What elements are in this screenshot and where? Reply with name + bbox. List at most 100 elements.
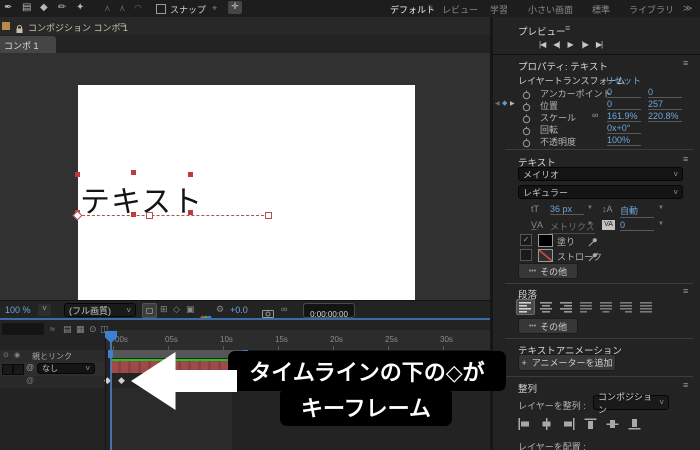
selection-handle[interactable] (131, 170, 136, 175)
font-family-dropdown[interactable]: メイリオ ˅ (518, 167, 683, 181)
opacity-value[interactable]: 100% (607, 135, 641, 146)
work-area-bar[interactable] (108, 350, 248, 358)
next-frame-button[interactable]: |▶ (582, 40, 589, 49)
leading-value[interactable]: 自動 (620, 204, 654, 218)
text-section-menu-icon[interactable]: ≡ (683, 154, 688, 164)
comp-canvas[interactable]: テキスト (72, 85, 415, 314)
align-right-button[interactable] (558, 300, 575, 314)
position-x[interactable]: 0 (607, 99, 641, 110)
frame-blend-icon[interactable]: ▤ (63, 324, 72, 335)
workspace-overflow-icon[interactable]: ≫ (683, 3, 692, 14)
align-layer-left-button[interactable] (518, 417, 531, 435)
resolution-dropdown[interactable]: (フル画質) ˅ (64, 303, 136, 317)
font-style-dropdown[interactable]: レギュラー ˅ (518, 185, 683, 199)
workspace-tab-standard[interactable]: 標準 (592, 3, 610, 16)
last-frame-button[interactable]: ▶| (596, 40, 603, 49)
graph-editor-icon[interactable]: ▦ (76, 324, 85, 335)
align-menu-icon[interactable]: ≡ (683, 380, 688, 390)
font-size-arrow-icon[interactable]: ▼ (587, 205, 593, 211)
align-layer-bottom-button[interactable] (628, 417, 641, 435)
parent-pickwhip-icon[interactable]: @ (26, 363, 34, 372)
paragraph-more-button[interactable]: ••• その他 (518, 318, 578, 334)
first-frame-button[interactable]: |◀ (539, 40, 546, 49)
anchor-point-y[interactable]: 0 (648, 87, 682, 98)
prev-frame-button[interactable]: ◀| (553, 40, 560, 49)
mask-vertex-icon[interactable]: ⋏ (104, 3, 111, 14)
rotation-value[interactable]: 0x+0° (607, 123, 641, 134)
path-point[interactable] (265, 212, 272, 219)
align-layer-vcenter-button[interactable] (606, 417, 619, 435)
eraser-tool-icon[interactable]: ◆ (40, 2, 48, 13)
panel-menu-icon[interactable]: ≡ (120, 20, 125, 30)
parent-dropdown[interactable]: なし ˅ (37, 363, 95, 374)
grid-options-icon[interactable]: ✛ (228, 1, 242, 14)
stopwatch-icon[interactable] (522, 135, 531, 153)
property-row[interactable]: @ (0, 376, 105, 388)
paragraph-menu-icon[interactable]: ≡ (683, 286, 688, 296)
align-target-dropdown[interactable]: コンポジション ˅ (593, 392, 669, 415)
transform-reset-link[interactable]: リセット (605, 74, 641, 87)
add-animator-button[interactable]: + アニメーターを追加 (518, 354, 616, 371)
next-keyframe-icon[interactable]: ▶ (510, 100, 515, 107)
keyframe-toggle-icon[interactable]: ◆ (502, 99, 507, 107)
mask-visibility-icon[interactable]: ◇ (173, 304, 180, 315)
prev-keyframe-icon[interactable]: ◀ (495, 100, 500, 107)
lasso-icon[interactable]: ◠ (134, 3, 142, 14)
align-left-button[interactable] (516, 299, 535, 315)
exposure-value[interactable]: +0.0 (230, 305, 248, 315)
justify-last-right-button[interactable] (618, 300, 635, 314)
text-more-button[interactable]: ••• その他 (518, 263, 578, 279)
brush-tool-icon[interactable]: ✏ (58, 2, 66, 13)
timeline-timecode-box[interactable] (2, 323, 44, 335)
mask-feather-icon[interactable]: ⋏ (119, 3, 126, 14)
puppet-tool-icon[interactable]: ✦ (76, 2, 84, 13)
keyframe-diamond[interactable]: ◆ (118, 375, 125, 386)
tracking-value[interactable]: 0 (620, 220, 654, 231)
timecode-box[interactable]: 0:00:00:00 (303, 303, 355, 319)
align-center-button[interactable] (538, 300, 555, 314)
roi-icon[interactable]: ▢ (142, 303, 157, 318)
selection-handle[interactable] (75, 172, 80, 177)
play-button[interactable]: ▶ (567, 40, 573, 49)
justify-last-left-button[interactable] (578, 300, 595, 314)
workspace-tab-learn[interactable]: 学習 (490, 3, 508, 16)
comp-viewer[interactable]: テキスト (0, 53, 490, 314)
column-separator[interactable] (105, 330, 106, 450)
gear-icon[interactable]: ⚙ (216, 304, 224, 315)
fill-color-swatch[interactable] (538, 234, 553, 247)
justify-all-button[interactable] (638, 300, 655, 314)
layer-row[interactable]: @ なし ˅ (0, 362, 105, 377)
time-ruler[interactable]: 00s 05s 10s 15s 20s 25s 30s (105, 330, 490, 351)
font-size-value[interactable]: 36 px (550, 204, 584, 215)
tracking-arrow-icon[interactable]: ▼ (658, 221, 664, 227)
comp-tab[interactable]: コンポ 1 (0, 36, 56, 53)
workspace-tab-review[interactable]: レビュー (442, 3, 478, 16)
guides-icon[interactable]: ▣ (186, 304, 195, 315)
viewer-zoom-value[interactable]: 100 % (5, 305, 31, 315)
viewer-zoom-dropdown-icon[interactable]: ˅ (38, 304, 51, 316)
transparency-grid-icon[interactable]: ⊞ (160, 304, 168, 315)
workspace-tab-small-screen[interactable]: 小さい画面 (528, 3, 573, 16)
preview-menu-icon[interactable]: ≡ (565, 23, 570, 33)
selection-handle[interactable] (188, 172, 193, 177)
stamp-tool-icon[interactable]: ▤ (22, 2, 31, 13)
align-layer-top-button[interactable] (584, 417, 597, 435)
pen-tool-icon[interactable]: ✒ (4, 2, 12, 13)
snap-checkbox[interactable] (156, 4, 166, 14)
pickwhip-icon[interactable]: ⊙ (89, 324, 97, 335)
position-y[interactable]: 257 (648, 99, 682, 110)
fill-checkbox[interactable]: ✓ (520, 234, 532, 246)
align-layer-right-button[interactable] (562, 417, 575, 435)
eyedropper-icon[interactable] (588, 249, 598, 267)
stroke-color-swatch[interactable] (538, 249, 553, 262)
layer-switch-well[interactable] (13, 364, 24, 375)
scale-x[interactable]: 161.9% (607, 111, 641, 122)
path-point[interactable] (146, 212, 153, 219)
playhead-line[interactable] (110, 342, 112, 450)
scale-y[interactable]: 220.8% (648, 111, 682, 122)
justify-last-center-button[interactable] (598, 300, 615, 314)
workspace-menu-icon[interactable]: ≡ (428, 3, 433, 12)
link-icon[interactable]: ∞ (592, 110, 598, 120)
properties-menu-icon[interactable]: ≡ (683, 58, 688, 68)
motion-blur-icon[interactable]: ≈ (50, 324, 55, 334)
